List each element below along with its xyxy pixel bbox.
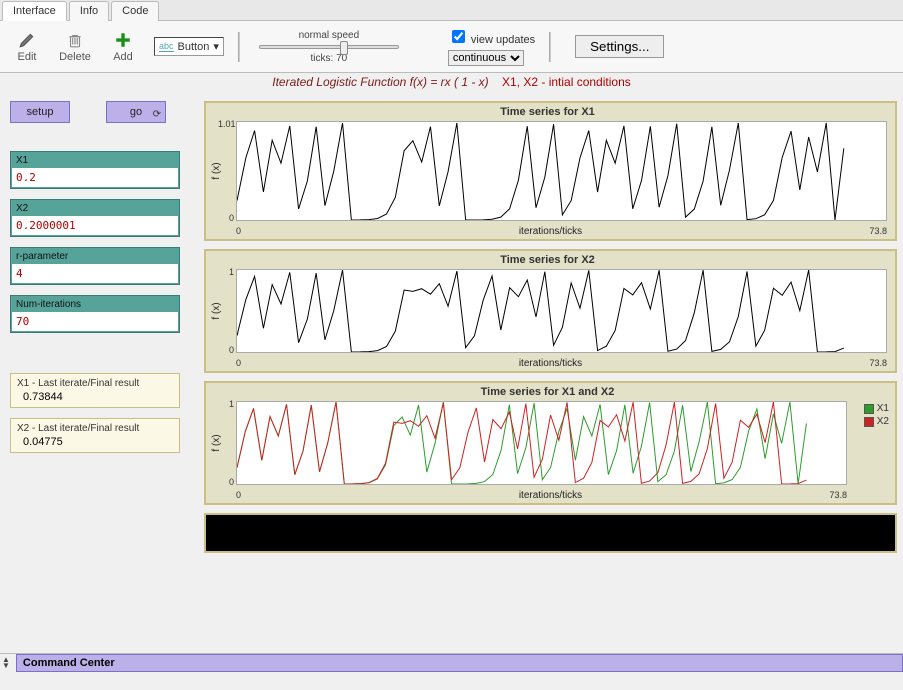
control-buttons: setup go bbox=[10, 101, 196, 123]
plot-x1-title: Time series for X1 bbox=[208, 105, 887, 119]
delete-label: Delete bbox=[59, 51, 91, 63]
settings-button[interactable]: Settings... bbox=[575, 35, 664, 58]
x2-label: X2 bbox=[12, 203, 178, 216]
plot-x1-ylab: f (x) bbox=[211, 162, 222, 179]
left-panel: setup go X1 X2 r-parameter Num-iteration… bbox=[6, 79, 196, 553]
slider-thumb[interactable] bbox=[340, 41, 348, 55]
plot-both-xmax: 73.8 bbox=[829, 490, 847, 500]
divider bbox=[238, 32, 240, 62]
x2-result-value: 0.04775 bbox=[17, 434, 173, 448]
plot-both: Time series for X1 and X2 f (x) 1 0 X1 X… bbox=[204, 381, 897, 505]
legend-label-x1: X1 bbox=[877, 403, 889, 414]
plot-x1-xlab: iterations/ticks bbox=[519, 226, 582, 237]
x1-result-value: 0.73844 bbox=[17, 389, 173, 403]
chevron-down-icon: ▾ bbox=[213, 40, 219, 53]
plot-x1-ymin: 0 bbox=[218, 213, 234, 223]
x2-input-box: X2 bbox=[10, 199, 180, 237]
view-updates-checkbox[interactable]: view updates bbox=[448, 27, 535, 46]
speed-label: normal speed bbox=[299, 30, 360, 41]
x2-result-label: X2 - Last iterate/Final result bbox=[17, 423, 173, 434]
plot-x2-xlab: iterations/ticks bbox=[519, 358, 582, 369]
tab-code[interactable]: Code bbox=[111, 1, 159, 21]
expand-arrows-icon[interactable]: ▲▼ bbox=[0, 655, 12, 671]
plot-x2-xmin: 0 bbox=[236, 358, 241, 368]
x2-input[interactable] bbox=[12, 216, 178, 235]
n-input-box: Num-iterations bbox=[10, 295, 180, 333]
plot-x2-svg bbox=[237, 270, 886, 352]
r-label: r-parameter bbox=[12, 251, 178, 264]
plot-x2-xmax: 73.8 bbox=[869, 358, 887, 368]
delete-tool[interactable]: Delete bbox=[58, 31, 92, 63]
plot-both-ylab: f (x) bbox=[211, 434, 222, 451]
x1-result-label: X1 - Last iterate/Final result bbox=[17, 378, 173, 389]
divider bbox=[549, 32, 551, 62]
plot-x1: Time series for X1 f (x) 1.01 0 0 iterat… bbox=[204, 101, 897, 241]
pencil-icon bbox=[18, 31, 36, 49]
x2-result-box: X2 - Last iterate/Final result 0.04775 bbox=[10, 418, 180, 453]
edit-label: Edit bbox=[18, 51, 37, 63]
plot-x1-ymax: 1.01 bbox=[218, 119, 234, 129]
plot-both-ymin: 0 bbox=[218, 477, 234, 487]
plot-x2-area bbox=[236, 269, 887, 353]
tab-interface[interactable]: Interface bbox=[2, 1, 67, 21]
plot-x2-ylab: f (x) bbox=[211, 302, 222, 319]
add-label: Add bbox=[113, 51, 133, 63]
legend-item-x2: X2 bbox=[864, 416, 889, 427]
legend-label-x2: X2 bbox=[877, 416, 889, 427]
r-input-box: r-parameter bbox=[10, 247, 180, 285]
plot-both-ymax: 1 bbox=[218, 399, 234, 409]
go-button[interactable]: go bbox=[106, 101, 166, 123]
widget-type-value: Button bbox=[178, 41, 210, 53]
plot-x2-ymin: 0 bbox=[218, 345, 234, 355]
plot-x1-xmin: 0 bbox=[236, 226, 241, 236]
view-updates-group: view updates continuous bbox=[448, 27, 535, 66]
plot-both-title: Time series for X1 and X2 bbox=[208, 385, 887, 399]
model-title-right: X1, X2 - intial conditions bbox=[502, 75, 631, 89]
add-tool[interactable]: Add bbox=[106, 31, 140, 63]
plot-both-xlab: iterations/ticks bbox=[519, 490, 582, 501]
command-center-bar: ▲▼ Command Center bbox=[0, 653, 903, 672]
plot-x2: Time series for X2 f (x) 1 0 0 iteration… bbox=[204, 249, 897, 373]
legend-item-x1: X1 bbox=[864, 403, 889, 414]
abc-prefix: abc bbox=[159, 41, 174, 52]
r-input[interactable] bbox=[12, 264, 178, 283]
plot-both-legend: X1 X2 bbox=[864, 403, 889, 429]
widget-type-select[interactable]: abc Button ▾ bbox=[154, 37, 224, 56]
plot-x1-svg bbox=[237, 122, 886, 220]
plot-x2-title: Time series for X2 bbox=[208, 253, 887, 267]
model-title-left: Iterated Logistic Function f(x) = rx ( 1… bbox=[272, 75, 488, 89]
view-mode-select[interactable]: continuous bbox=[448, 50, 524, 66]
x1-input-box: X1 bbox=[10, 151, 180, 189]
plot-both-svg bbox=[237, 402, 846, 484]
toolbar: Edit Delete Add abc Button ▾ normal spee… bbox=[0, 21, 903, 73]
plot-x1-xmax: 73.8 bbox=[869, 226, 887, 236]
view-updates-label: view updates bbox=[471, 34, 535, 46]
x1-input[interactable] bbox=[12, 168, 178, 187]
slider-track[interactable] bbox=[259, 45, 399, 49]
swatch-green bbox=[864, 404, 874, 414]
edit-tool[interactable]: Edit bbox=[10, 31, 44, 63]
swatch-red bbox=[864, 417, 874, 427]
main-area: Iterated Logistic Function f(x) = rx ( 1… bbox=[0, 73, 903, 559]
tab-bar: Interface Info Code bbox=[0, 0, 903, 21]
plot-x1-area bbox=[236, 121, 887, 221]
plot-both-xmin: 0 bbox=[236, 490, 241, 500]
plot-both-area bbox=[236, 401, 847, 485]
charts-panel: Time series for X1 f (x) 1.01 0 0 iterat… bbox=[204, 101, 897, 553]
setup-button[interactable]: setup bbox=[10, 101, 70, 123]
n-label: Num-iterations bbox=[12, 299, 178, 312]
x1-result-box: X1 - Last iterate/Final result 0.73844 bbox=[10, 373, 180, 408]
view-strip bbox=[204, 513, 897, 553]
speed-slider[interactable]: normal speed ticks: 70 bbox=[254, 30, 404, 64]
x1-label: X1 bbox=[12, 155, 178, 168]
command-center-title[interactable]: Command Center bbox=[16, 654, 903, 672]
plus-icon bbox=[114, 31, 132, 49]
plot-x2-ymax: 1 bbox=[218, 267, 234, 277]
trash-icon bbox=[66, 31, 84, 49]
tab-info[interactable]: Info bbox=[69, 1, 109, 21]
n-input[interactable] bbox=[12, 312, 178, 331]
